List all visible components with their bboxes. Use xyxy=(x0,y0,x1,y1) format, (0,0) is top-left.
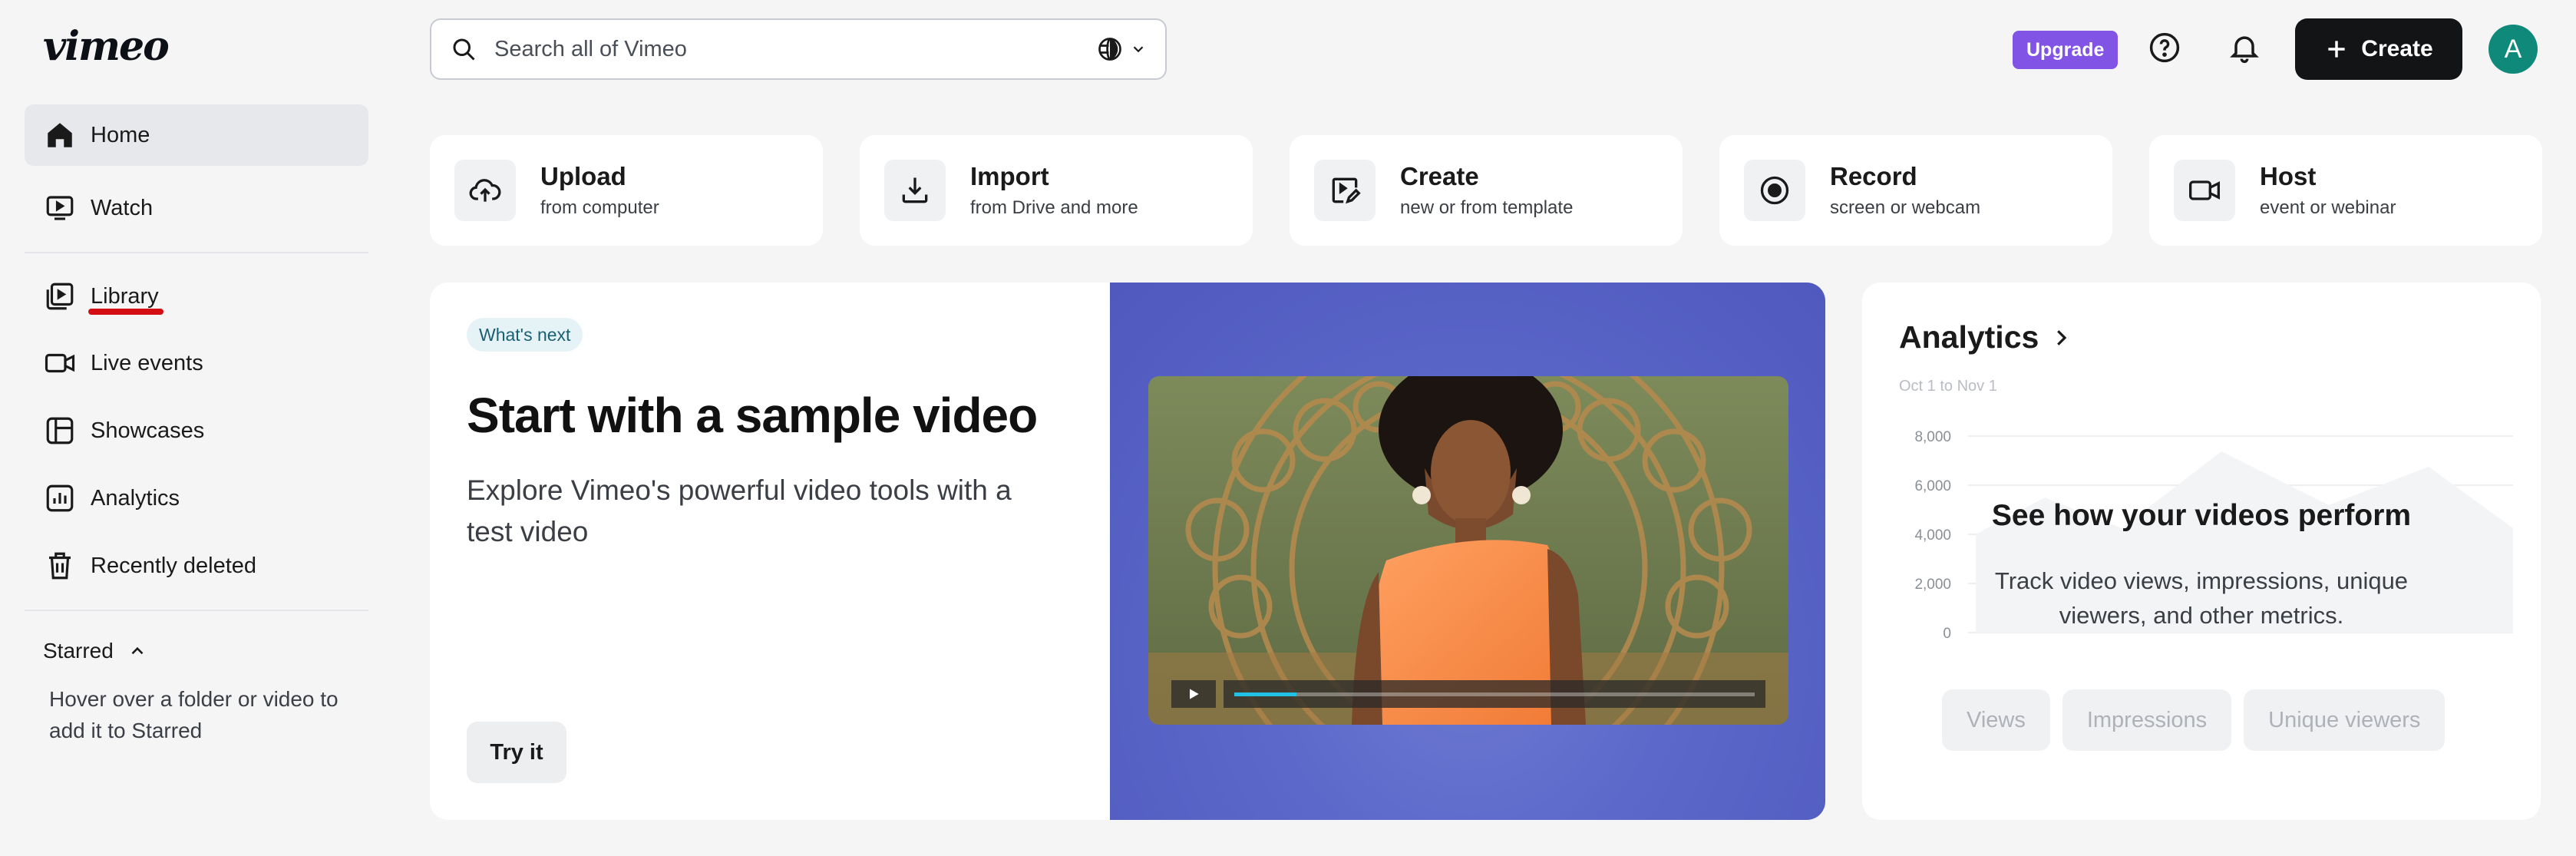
analytics-overlay-subtitle: Track video views, impressions, unique v… xyxy=(1994,567,2409,629)
globe-icon xyxy=(1098,38,1121,61)
hero-subtitle: Explore Vimeo's powerful video tools wit… xyxy=(467,474,1012,547)
action-card-import[interactable]: Import from Drive and more xyxy=(860,135,1253,246)
sample-video-player[interactable] xyxy=(1148,376,1788,725)
notifications-button[interactable] xyxy=(2226,29,2263,66)
hero-title: Start with a sample video xyxy=(467,388,1038,443)
play-icon xyxy=(1190,689,1199,699)
sidebar-item-watch[interactable]: Watch xyxy=(25,177,368,239)
chevron-right-icon xyxy=(2057,329,2067,345)
analytics-date-range: Oct 1 to Nov 1 xyxy=(1899,378,1997,395)
create-button[interactable]: Create xyxy=(2295,18,2462,80)
sidebar-item-library[interactable]: Library xyxy=(25,266,368,327)
y-tick-label: 6,000 xyxy=(1914,478,1951,494)
chevron-down-icon xyxy=(1133,46,1144,53)
import-icon xyxy=(884,160,946,221)
video-scrubber[interactable] xyxy=(1224,680,1765,708)
sidebar-item-label: Analytics xyxy=(91,485,180,511)
upload-cloud-icon xyxy=(454,160,516,221)
library-underline-marker xyxy=(88,309,163,315)
tab-impressions[interactable]: Impressions xyxy=(2062,689,2232,751)
whats-next-badge: What's next xyxy=(467,318,583,352)
action-subtitle: from computer xyxy=(540,197,659,218)
scrubber-progress xyxy=(1234,692,1297,696)
host-camera-icon xyxy=(2174,160,2235,221)
search-scope-dropdown[interactable] xyxy=(1096,35,1147,63)
starred-toggle[interactable]: Starred xyxy=(43,639,147,663)
video-controls xyxy=(1171,680,1765,708)
sidebar-divider xyxy=(25,252,368,253)
plus-icon xyxy=(2328,41,2345,58)
video-panel xyxy=(1110,283,1825,820)
help-button[interactable] xyxy=(2146,29,2183,66)
watch-icon xyxy=(43,191,77,225)
live-events-icon xyxy=(43,346,77,380)
sidebar-item-showcases[interactable]: Showcases xyxy=(25,400,368,461)
sidebar-item-live-events[interactable]: Live events xyxy=(25,332,368,394)
action-title: Create xyxy=(1400,162,1479,190)
sidebar: vimeo Home Watch Library Live events Sho… xyxy=(0,0,393,856)
action-title: Upload xyxy=(540,162,626,190)
action-subtitle: from Drive and more xyxy=(970,197,1138,218)
sidebar-item-label: Live events xyxy=(91,350,203,375)
y-tick-label: 0 xyxy=(1943,626,1951,642)
home-icon xyxy=(43,118,77,152)
y-tick-label: 8,000 xyxy=(1914,429,1951,445)
sidebar-item-analytics[interactable]: Analytics xyxy=(25,468,368,529)
sidebar-divider xyxy=(25,610,368,611)
sidebar-item-home[interactable]: Home xyxy=(25,104,368,166)
action-card-create[interactable]: Create new or from template xyxy=(1290,135,1683,246)
showcases-icon xyxy=(43,414,77,448)
create-button-label: Create xyxy=(2361,36,2433,61)
search-icon xyxy=(453,38,475,61)
analytics-overlay-title: See how your videos perform xyxy=(1991,499,2412,532)
action-subtitle: screen or webcam xyxy=(1830,197,1981,218)
sample-video-card: What's next Start with a sample video Ex… xyxy=(430,283,1825,820)
action-card-host[interactable]: Host event or webinar xyxy=(2149,135,2542,246)
chevron-up-icon xyxy=(131,646,144,655)
tab-unique-viewers[interactable]: Unique viewers xyxy=(2244,689,2446,751)
y-tick-label: 2,000 xyxy=(1914,577,1951,593)
action-title: Import xyxy=(970,162,1049,190)
sidebar-item-label: Watch xyxy=(91,195,154,220)
analytics-title-link[interactable]: Analytics xyxy=(1899,319,2072,355)
sidebar-item-label: Recently deleted xyxy=(91,553,257,578)
starred-help-text: Hover over a folder or video to add it t… xyxy=(49,687,339,742)
vimeo-logo[interactable]: vimeo xyxy=(43,23,170,70)
scrubber-track xyxy=(1234,692,1755,696)
sidebar-item-recently-deleted[interactable]: Recently deleted xyxy=(25,535,368,597)
analytics-metric-tabs: Views Impressions Unique viewers xyxy=(1942,689,2446,751)
create-template-icon xyxy=(1314,160,1376,221)
action-subtitle: new or from template xyxy=(1400,197,1574,218)
sidebar-item-label: Library xyxy=(91,283,159,309)
try-it-button[interactable]: Try it xyxy=(467,722,566,783)
analytics-title: Analytics xyxy=(1899,319,2039,355)
help-icon xyxy=(2149,32,2180,63)
search-input[interactable] xyxy=(494,36,1096,62)
sidebar-item-label: Home xyxy=(91,122,150,147)
analytics-card: Analytics Oct 1 to Nov 1 8,000 6,000 4,0… xyxy=(1862,283,2541,820)
play-button[interactable] xyxy=(1171,680,1216,708)
action-card-record[interactable]: Record screen or webcam xyxy=(1719,135,2112,246)
record-icon xyxy=(1744,160,1805,221)
analytics-icon xyxy=(43,481,77,515)
library-icon xyxy=(43,279,77,313)
upgrade-button[interactable]: Upgrade xyxy=(2013,31,2119,69)
trash-icon xyxy=(43,549,77,583)
action-subtitle: event or webinar xyxy=(2260,197,2396,218)
sample-video-thumbnail xyxy=(1148,376,1788,725)
avatar[interactable]: A xyxy=(2488,25,2538,74)
search-bar xyxy=(430,18,1167,80)
starred-label: Starred xyxy=(43,639,114,663)
sidebar-item-label: Showcases xyxy=(91,418,205,443)
action-card-upload[interactable]: Upload from computer xyxy=(430,135,823,246)
tab-views[interactable]: Views xyxy=(1942,689,2050,751)
action-title: Host xyxy=(2260,162,2317,190)
action-title: Record xyxy=(1830,162,1917,190)
bell-icon xyxy=(2230,36,2259,64)
